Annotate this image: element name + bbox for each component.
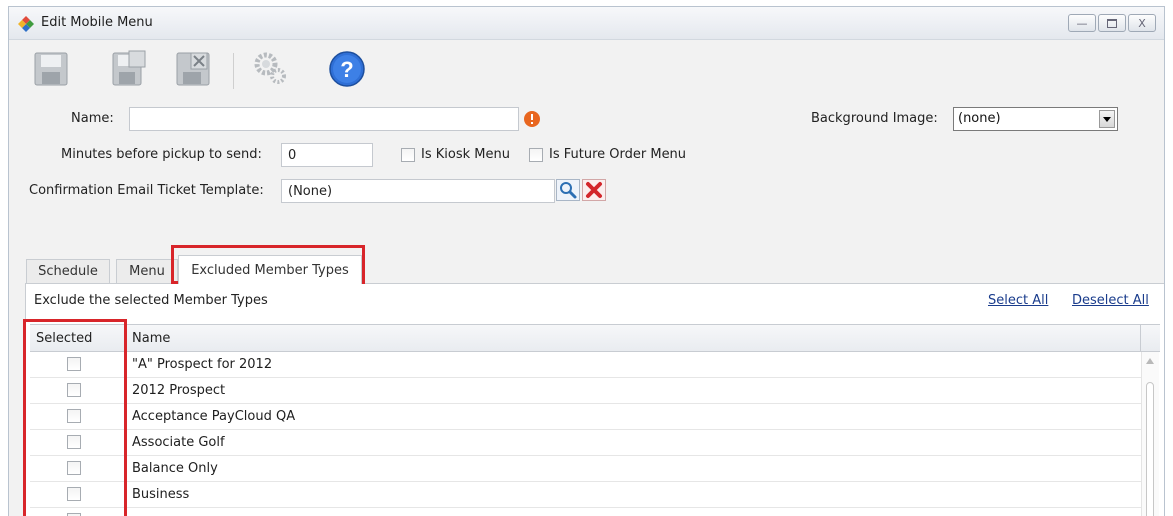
help-icon[interactable]: ? [325, 47, 369, 91]
background-image-label: Background Image: [811, 111, 938, 126]
table-row[interactable]: Business [30, 482, 1142, 508]
panel-caption: Exclude the selected Member Types [34, 293, 268, 308]
help-glyph: ? [340, 57, 353, 82]
email-template-label: Confirmation Email Ticket Template: [29, 183, 264, 198]
deselect-all-link[interactable]: Deselect All [1072, 293, 1149, 308]
name-label: Name: [71, 111, 114, 126]
email-template-input[interactable] [281, 179, 555, 203]
background-image-value: (none) [958, 111, 1001, 126]
close-button[interactable]: X [1128, 14, 1156, 32]
minimize-icon: — [1076, 16, 1088, 30]
minimize-button[interactable]: — [1068, 14, 1096, 32]
table-row[interactable]: Balance Only [30, 456, 1142, 482]
save-new-icon[interactable] [107, 47, 151, 91]
row-select-checkbox[interactable] [67, 409, 81, 423]
maximize-icon [1107, 18, 1117, 28]
dropdown-arrow-icon [1099, 110, 1115, 128]
row-select-checkbox[interactable] [67, 487, 81, 501]
future-order-menu-checkbox[interactable] [529, 148, 543, 162]
column-header-selected[interactable]: Selected [36, 331, 92, 346]
tab-excluded-member-types-label: Excluded Member Types [191, 262, 349, 278]
table-row-partial[interactable] [30, 508, 1142, 516]
scrollbar-thumb[interactable] [1146, 382, 1154, 516]
tab-schedule-label: Schedule [38, 264, 98, 279]
column-divider [1140, 325, 1141, 352]
kiosk-menu-checkbox[interactable] [401, 148, 415, 162]
settings-icon[interactable] [249, 47, 293, 91]
row-name: "A" Prospect for 2012 [132, 357, 273, 372]
window-title: Edit Mobile Menu [41, 15, 153, 30]
future-order-menu-label: Is Future Order Menu [549, 147, 687, 162]
member-types-grid: Selected Name "A" Prospect for 2012 2012… [30, 324, 1164, 516]
select-all-link[interactable]: Select All [988, 293, 1048, 308]
column-header-name[interactable]: Name [132, 331, 170, 346]
search-icon[interactable] [556, 179, 580, 201]
row-name: Acceptance PayCloud QA [132, 409, 296, 424]
minutes-label: Minutes before pickup to send: [61, 147, 262, 162]
background-image-select[interactable]: (none) [953, 107, 1118, 131]
window-controls: — X [1068, 14, 1156, 32]
close-icon: X [1138, 16, 1146, 30]
table-row[interactable]: Associate Golf [30, 430, 1142, 456]
app-logo-icon [18, 16, 34, 32]
row-name: Business [132, 487, 190, 502]
row-name: 2012 Prospect [132, 383, 226, 398]
save-icon[interactable] [29, 47, 73, 91]
row-name: Associate Golf [132, 435, 225, 450]
save-close-icon[interactable] [171, 47, 215, 91]
required-warning-icon [524, 111, 540, 127]
tab-menu-label: Menu [129, 264, 165, 279]
title-bar[interactable]: Edit Mobile Menu — X [9, 7, 1164, 40]
table-row[interactable]: "A" Prospect for 2012 [30, 352, 1142, 378]
table-row[interactable]: 2012 Prospect [30, 378, 1142, 404]
row-select-checkbox[interactable] [67, 461, 81, 475]
column-divider [126, 325, 127, 352]
row-select-checkbox[interactable] [67, 383, 81, 397]
excluded-member-types-panel: Exclude the selected Member Types Select… [25, 283, 1164, 516]
edit-mobile-menu-window: Edit Mobile Menu — X ? Name: Background … [8, 6, 1165, 516]
tab-schedule[interactable]: Schedule [26, 259, 110, 283]
tab-excluded-member-types[interactable]: Excluded Member Types [178, 255, 362, 284]
table-row[interactable]: Acceptance PayCloud QA [30, 404, 1142, 430]
row-name: Balance Only [132, 461, 218, 476]
name-input[interactable] [129, 107, 519, 131]
toolbar-separator [233, 53, 234, 89]
clear-icon[interactable] [582, 179, 606, 201]
tab-menu[interactable]: Menu [116, 259, 178, 283]
row-select-checkbox[interactable] [67, 357, 81, 371]
kiosk-menu-label: Is Kiosk Menu [421, 147, 510, 162]
row-select-checkbox[interactable] [67, 435, 81, 449]
vertical-scrollbar[interactable] [1141, 352, 1159, 516]
grid-header: Selected Name [30, 324, 1160, 352]
scroll-up-arrow-icon[interactable] [1146, 358, 1154, 364]
minutes-input[interactable] [281, 143, 373, 167]
maximize-button[interactable] [1098, 14, 1126, 32]
